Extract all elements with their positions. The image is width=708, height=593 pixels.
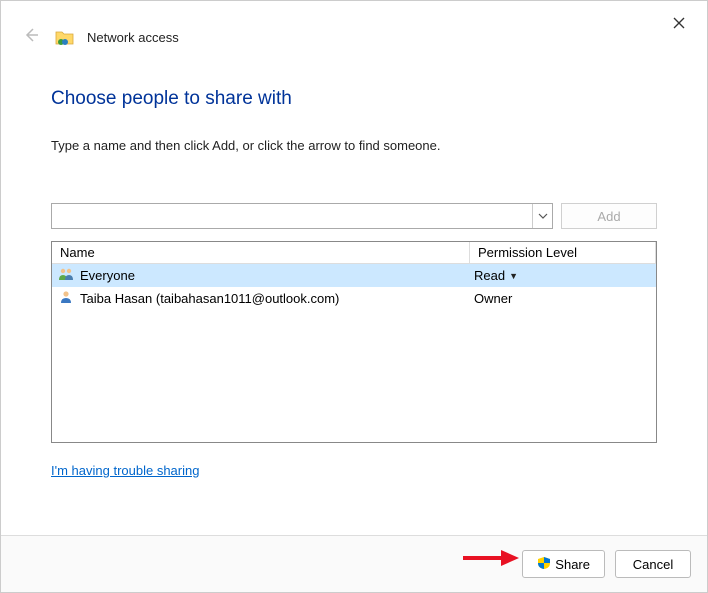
- shield-icon: [537, 556, 551, 573]
- name-dropdown-button[interactable]: [532, 204, 552, 228]
- dialog-title: Network access: [87, 30, 179, 45]
- instruction-text: Type a name and then click Add, or click…: [51, 138, 657, 153]
- row-name: Taiba Hasan (taibahasan1011@outlook.com): [80, 291, 339, 306]
- row-permission: Owner: [474, 291, 512, 306]
- add-button[interactable]: Add: [561, 203, 657, 229]
- folder-share-icon: [55, 29, 75, 47]
- permissions-table: Name Permission Level: [51, 241, 657, 443]
- row-name: Everyone: [80, 268, 135, 283]
- close-icon: [673, 17, 685, 29]
- table-row[interactable]: Everyone Read ▼: [52, 264, 656, 287]
- cancel-button-label: Cancel: [633, 557, 673, 572]
- cancel-button[interactable]: Cancel: [615, 550, 691, 578]
- help-link[interactable]: I'm having trouble sharing: [51, 463, 199, 478]
- row-permission: Read: [474, 268, 505, 283]
- column-header-permission[interactable]: Permission Level: [470, 242, 656, 263]
- footer: Share Cancel: [1, 535, 707, 592]
- permission-dropdown-icon[interactable]: ▼: [509, 271, 518, 281]
- share-button[interactable]: Share: [522, 550, 605, 578]
- table-row[interactable]: Taiba Hasan (taibahasan1011@outlook.com)…: [52, 287, 656, 310]
- table-header: Name Permission Level: [52, 242, 656, 264]
- chevron-down-icon: [538, 213, 548, 219]
- header: Network access: [1, 1, 707, 60]
- group-icon: [58, 267, 74, 284]
- column-header-name[interactable]: Name: [52, 242, 470, 263]
- back-arrow-icon: [23, 27, 39, 43]
- name-combobox[interactable]: [51, 203, 553, 229]
- share-button-label: Share: [555, 557, 590, 572]
- annotation-arrow-icon: [461, 548, 521, 568]
- name-input[interactable]: [52, 204, 532, 228]
- table-body: Everyone Read ▼: [52, 264, 656, 310]
- page-heading: Choose people to share with: [51, 88, 657, 110]
- back-button[interactable]: [19, 23, 43, 52]
- close-button[interactable]: [671, 15, 687, 31]
- user-icon: [58, 290, 74, 307]
- main: Choose people to share with Type a name …: [1, 60, 707, 535]
